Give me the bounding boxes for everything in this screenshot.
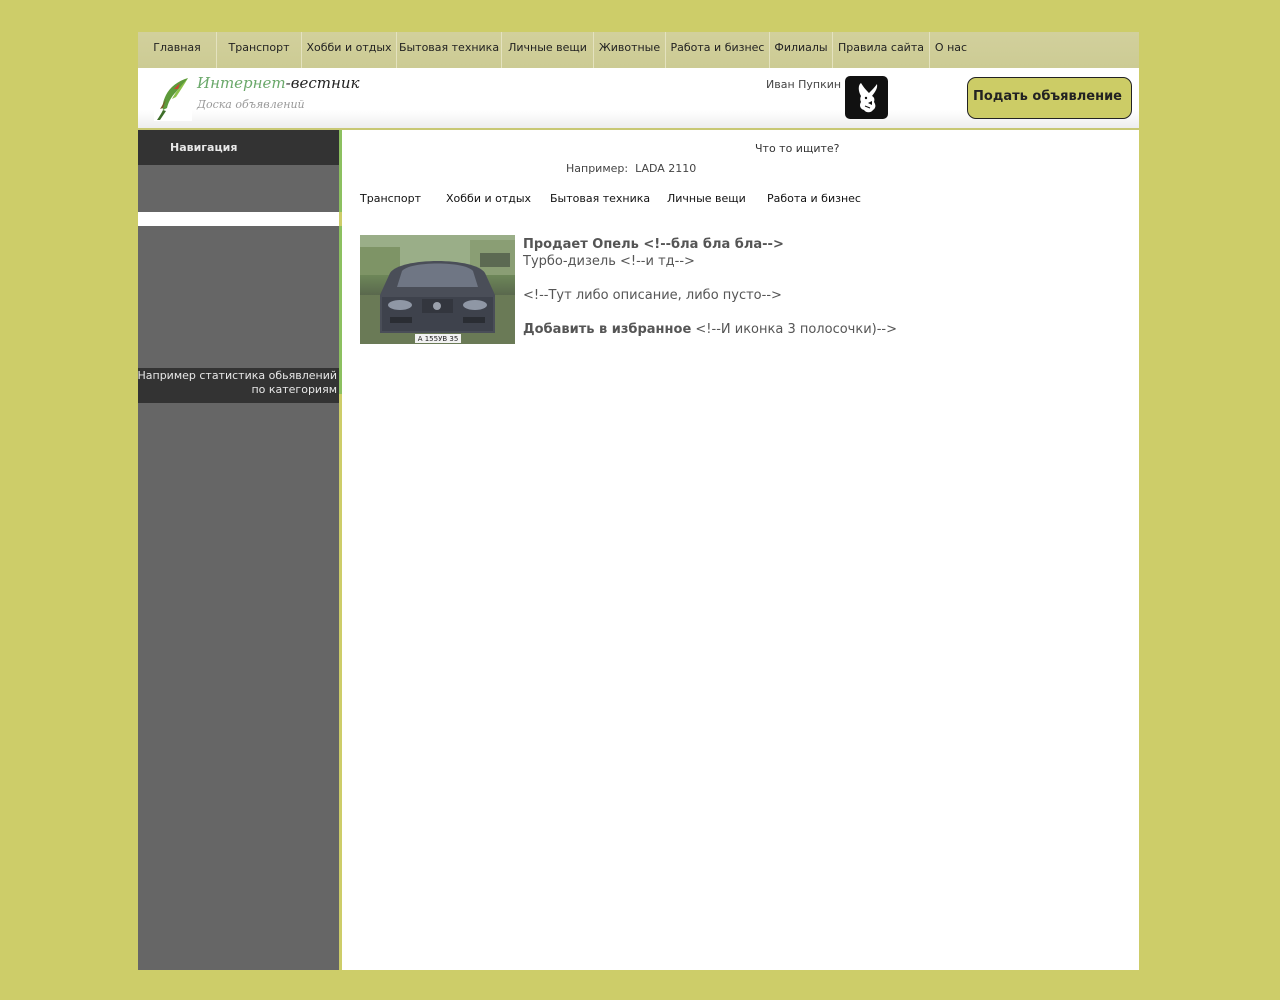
- license-plate: А 155УВ 35: [418, 335, 459, 343]
- nav-item-home[interactable]: Главная: [138, 32, 217, 68]
- avatar[interactable]: [845, 76, 888, 119]
- playboy-bunny-icon: [858, 82, 877, 112]
- category-tab-appliances[interactable]: Бытовая техника: [550, 192, 650, 205]
- top-nav: Главная Транспорт Хобби и отдых Бытовая …: [138, 32, 1139, 68]
- listing-description: <!--Тут либо описание, либо пусто-->: [523, 288, 782, 303]
- nav-item-personal[interactable]: Личные вещи: [502, 32, 594, 68]
- site-title-rest: -вестник: [285, 74, 360, 92]
- nav-item-transport[interactable]: Транспорт: [217, 32, 302, 68]
- category-tab-transport[interactable]: Транспорт: [360, 192, 421, 205]
- nav-item-about[interactable]: О нас: [930, 32, 972, 68]
- nav-item-work[interactable]: Работа и бизнес: [666, 32, 770, 68]
- sidebar: Навигация Например статистика обьявлений…: [137, 130, 339, 970]
- main-content: Что то ищите? Например: LADA 2110 Трансп…: [342, 130, 1139, 970]
- sidebar-stats-text: Например статистика обьявлений по катего…: [137, 369, 337, 396]
- search-label[interactable]: Что то ищите?: [755, 142, 839, 155]
- site-title-green: Интернет: [197, 74, 286, 92]
- nav-item-appliances[interactable]: Бытовая техника: [397, 32, 502, 68]
- search-example: Например: LADA 2110: [566, 162, 696, 175]
- sidebar-nav-heading-label: Навигация: [170, 141, 238, 154]
- sidebar-divider: [138, 212, 339, 226]
- category-tab-hobby[interactable]: Хобби и отдых: [446, 192, 531, 205]
- page: Главная Транспорт Хобби и отдых Бытовая …: [137, 32, 1139, 970]
- listing-info: Продает Опель <!--бла бла бла--> Турбо-д…: [523, 236, 897, 338]
- nav-item-branches[interactable]: Филиалы: [770, 32, 833, 68]
- username[interactable]: Иван Пупкин: [766, 78, 841, 91]
- nav-item-rules[interactable]: Правила сайта: [833, 32, 930, 68]
- add-to-favorites-link[interactable]: Добавить в избранное: [523, 322, 691, 337]
- category-tab-work[interactable]: Работа и бизнес: [767, 192, 861, 205]
- search-example-value: LADA 2110: [635, 162, 697, 175]
- sidebar-stats-box: Например статистика обьявлений по катего…: [137, 368, 339, 403]
- header: Интернет-вестник Доска объявлений Иван П…: [138, 68, 1139, 131]
- post-ad-button[interactable]: Подать объявление: [967, 77, 1132, 119]
- listing-favorite-row: Добавить в избранное <!--И иконка 3 поло…: [523, 321, 897, 338]
- category-tab-personal[interactable]: Личные вещи: [667, 192, 746, 205]
- listing-subtitle: Турбо-дизель <!--и тд-->: [523, 254, 695, 269]
- site-title[interactable]: Интернет-вестник: [197, 74, 359, 92]
- favorites-note: <!--И иконка 3 полосочки)-->: [695, 322, 898, 337]
- site-subtitle: Доска объявлений: [197, 98, 305, 111]
- nav-item-hobby[interactable]: Хобби и отдых: [302, 32, 397, 68]
- nav-item-animals[interactable]: Животные: [594, 32, 666, 68]
- parrot-logo-icon: [154, 75, 192, 121]
- listing-photo[interactable]: А 155УВ 35: [360, 235, 515, 344]
- car-photo: А 155УВ 35: [360, 235, 515, 344]
- search-example-prefix: Например:: [566, 162, 629, 175]
- sidebar-nav-heading: Навигация: [138, 130, 339, 165]
- listing-title[interactable]: Продает Опель <!--бла бла бла-->: [523, 236, 897, 253]
